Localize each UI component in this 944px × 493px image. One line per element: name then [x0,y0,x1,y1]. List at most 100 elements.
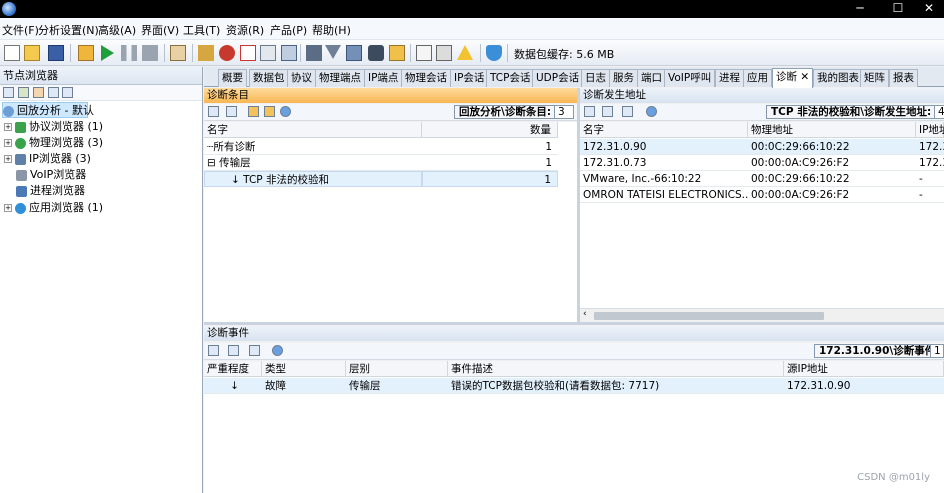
tab-ip-endpoints[interactable]: IP端点 [364,69,403,87]
col-header-count[interactable]: 数量 [422,122,558,138]
app-logo-icon[interactable] [2,2,16,16]
horizontal-scrollbar[interactable]: ‹ [580,308,944,322]
col-header-mac[interactable]: 物理地址 [748,122,916,138]
copy-icon[interactable] [208,345,219,356]
tree-row-all-diagnostics[interactable]: ┈所有诊断 [204,139,422,155]
address-name-cell[interactable]: 172.31.0.73 [580,155,748,171]
menu-analysis-settings[interactable]: 分析设置(N) [38,22,99,38]
tab-packets[interactable]: 数据包 [249,69,289,87]
tab-processes[interactable]: 进程 [715,69,744,87]
minimize-button[interactable]: ─ [842,0,878,18]
options-icon[interactable] [208,106,219,117]
tab-matrix[interactable]: 矩阵 [860,69,889,87]
export-icon[interactable] [248,106,259,117]
database-icon[interactable] [306,45,322,61]
expand-icon[interactable]: + [4,139,12,147]
tab-udp-sessions[interactable]: UDP会话 [532,69,584,87]
filter-settings-icon[interactable] [198,45,214,61]
warning-icon[interactable] [457,45,473,60]
type-cell[interactable]: 故障 [262,378,346,394]
address-name-cell[interactable]: VMware, Inc.-66:10:22 [580,171,748,187]
layout-dropdown-icon[interactable] [249,345,260,356]
tree-item-voip[interactable]: VoIP浏览器 [16,167,86,183]
col-header-severity[interactable]: 严重程度 [204,361,262,377]
tab-services[interactable]: 服务 [609,69,638,87]
tab-overview[interactable]: 概要 [218,69,247,87]
refresh-icon[interactable] [272,345,283,356]
filter-icon[interactable] [325,45,341,59]
tab-protocol[interactable]: 协议 [287,69,316,87]
open-folder-icon[interactable] [24,45,40,61]
highlight-icon[interactable] [264,106,275,117]
tree-row-tcp-checksum[interactable]: ↓ TCP 非法的校验和 [204,171,422,187]
col-header-ip[interactable]: IP地址 [916,122,944,138]
edit-icon[interactable] [416,45,432,61]
tab-tcp-sessions[interactable]: TCP会话 [486,69,535,87]
capture-icon[interactable] [78,45,94,61]
tree-expand-icon[interactable] [62,87,73,98]
shield-icon[interactable] [486,45,502,61]
tree-item-ip[interactable]: + IP浏览器 (3) [4,151,91,167]
tab-log[interactable]: 日志 [581,69,610,87]
expand-icon[interactable]: + [4,155,12,163]
expand-icon[interactable]: + [4,204,12,212]
tab-voip-calls[interactable]: VoIP呼叫 [664,69,716,87]
close-button[interactable]: ✕ [914,0,944,18]
col-header-description[interactable]: 事件描述 [448,361,784,377]
menu-resources[interactable]: 资源(R) [226,22,264,38]
copy-icon[interactable] [584,106,595,117]
scrollbar-thumb[interactable] [594,312,824,320]
window-icon[interactable] [260,45,276,61]
tree-row-transport[interactable]: ⊟ 传输层 [204,155,422,171]
copy-icon[interactable] [226,106,237,117]
add-item-icon[interactable] [240,45,256,61]
menu-tools[interactable]: 工具(T) [183,22,220,38]
menu-help[interactable]: 帮助(H) [312,22,351,38]
topology-icon[interactable] [281,45,297,61]
horizontal-splitter[interactable] [204,322,944,325]
tree-filter-icon[interactable] [3,87,14,98]
address-name-cell[interactable]: OMRON TATEISI ELECTRONICS... [580,187,748,203]
alarm-icon[interactable] [219,45,235,61]
layout-dropdown-icon[interactable] [622,106,633,117]
col-header-type[interactable]: 类型 [262,361,346,377]
tree-item-physical[interactable]: + 物理浏览器 (3) [4,135,103,151]
close-tab-icon[interactable]: ✕ [800,71,809,83]
refresh-icon[interactable] [280,106,291,117]
lock-icon[interactable] [346,45,362,61]
tree-refresh-icon[interactable] [18,87,29,98]
tree-item-replay[interactable]: 回放分析 - 默认 [2,102,94,118]
tab-ip-sessions[interactable]: IP会话 [450,69,489,87]
new-file-icon[interactable] [4,45,20,61]
col-header-layer[interactable]: 层别 [346,361,448,377]
tree-settings-icon[interactable] [33,87,44,98]
menu-file[interactable]: 文件(F) [2,22,39,38]
tree-item-process[interactable]: 进程浏览器 [16,183,85,199]
menu-advanced[interactable]: 高级(A) [98,22,136,38]
export-icon[interactable] [389,45,405,61]
address-name-cell[interactable]: 172.31.0.90 [580,139,748,155]
maximize-button[interactable]: ☐ [880,0,916,18]
menu-products[interactable]: 产品(P) [270,22,307,38]
tree-alarm-icon[interactable] [48,87,59,98]
tab-diagnostics[interactable]: 诊断 ✕ [772,68,814,88]
tab-reports[interactable]: 报表 [889,69,918,87]
tab-my-charts[interactable]: 我的图表 [813,69,863,87]
tab-applications[interactable]: 应用 [743,69,772,87]
scroll-left-icon[interactable]: ‹ [583,309,587,319]
stop-icon[interactable] [142,45,158,61]
tab-ports[interactable]: 端口 [637,69,666,87]
tree-item-app[interactable]: + 应用浏览器 (1) [4,200,103,216]
camera-icon[interactable] [368,45,384,61]
pause-icon[interactable] [121,45,137,61]
tab-physical-endpoints[interactable]: 物理端点 [315,69,365,87]
tree-item-protocol[interactable]: + 协议浏览器 (1) [4,119,103,135]
start-icon[interactable] [101,45,114,61]
filter-dropdown-icon[interactable] [602,106,613,117]
filter-dropdown-icon[interactable] [228,345,239,356]
col-header-source-ip[interactable]: 源IP地址 [784,361,944,377]
col-header-name[interactable]: 名字 [204,122,422,138]
refresh-icon[interactable] [646,106,657,117]
col-header-name[interactable]: 名字 [580,122,748,138]
menu-view[interactable]: 界面(V) [141,22,179,38]
